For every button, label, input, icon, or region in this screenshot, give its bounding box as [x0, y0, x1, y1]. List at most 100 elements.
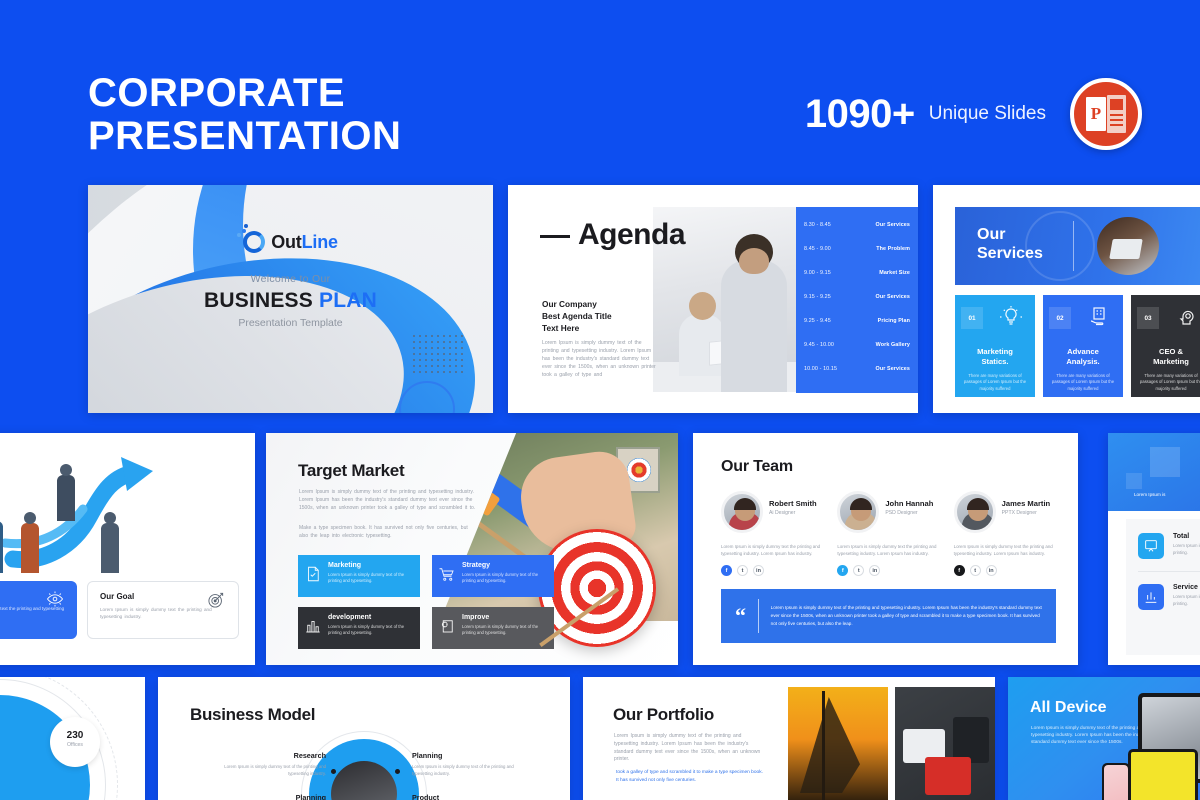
model-label-research: Research Lorem Ipsum is simply dummy tex…	[206, 751, 326, 777]
schedule-topic: Our Services	[875, 294, 910, 300]
schedule-time: 9.15 - 9.25	[804, 294, 831, 300]
portfolio-image-blocks	[895, 687, 995, 800]
facebook-icon[interactable]: f	[953, 565, 965, 577]
facebook-icon[interactable]: f	[721, 565, 732, 577]
list-item: 8.30 - 8.45 Our Services	[804, 213, 910, 237]
slide-title-our: Our	[977, 226, 1006, 243]
infographic-row-body: Lorem Ipsum is simply dummy text the pri…	[1173, 594, 1200, 606]
linkedin-icon[interactable]: in	[869, 565, 881, 577]
infographic-row[interactable]: Service Lorem Ipsum is simply dummy text…	[1138, 584, 1200, 610]
service-card[interactable]: 03 CEO & Marketing There are many variat…	[1131, 295, 1200, 397]
twitter-icon[interactable]: t	[969, 565, 981, 577]
logo-text-out: Out	[271, 231, 302, 252]
divider	[758, 599, 759, 633]
list-item: 8.45 - 9.00 The Problem	[804, 237, 910, 261]
list-item: 9.45 - 10.00 Work Gallery	[804, 333, 910, 357]
facebook-icon[interactable]: f	[837, 565, 849, 577]
service-card-body: There are many variations of passages of…	[1139, 373, 1200, 391]
schedule-time: 9.25 - 9.45	[804, 318, 831, 324]
service-card-number: 03	[1137, 307, 1159, 329]
schedule-time: 8.30 - 8.45	[804, 222, 831, 228]
slide-subtitle: Presentation Template	[238, 317, 343, 329]
slide-thumbnail-vision-goal[interactable]: Our Vision Lorem Ipsum is simply dummy t…	[0, 433, 255, 665]
team-member-card[interactable]: John Hannah PSD Designer Lorem Ipsum is …	[837, 491, 939, 577]
slide-thumbnail-our-services[interactable]: Our Services 01 Marketing Statics. There…	[933, 185, 1200, 413]
phone-mockup	[1102, 763, 1130, 800]
team-member-body: Lorem Ipsum is simply dummy text the pri…	[837, 544, 937, 557]
teamwork-illustration	[0, 441, 255, 581]
linkedin-icon[interactable]: in	[753, 565, 764, 577]
schedule-time: 8.45 - 9.00	[804, 246, 831, 252]
twitter-icon[interactable]: t	[853, 565, 865, 577]
feature-card-development[interactable]: development Lorem Ipsum is simply dummy …	[298, 607, 420, 649]
team-quote-text: Lorem Ipsum is simply dummy text of the …	[770, 604, 1042, 627]
agenda-heading-line-2: Best Agenda Title	[542, 311, 612, 322]
portfolio-body: Lorem Ipsum is simply dummy text of the …	[614, 733, 761, 763]
slide-thumbnail-infographic[interactable]: Lorem Ipsum is Total Lorem Ipsum is simp…	[1108, 433, 1200, 665]
stat-number: 230	[66, 730, 84, 741]
analytics-icon	[1138, 584, 1164, 610]
eye-icon	[45, 589, 65, 609]
team-member-name: John Hannah	[885, 499, 934, 508]
team-member-card[interactable]: Robert Smith Ai Designer Lorem Ipsum is …	[721, 491, 823, 577]
team-member-role: PPTX Designer	[1001, 510, 1037, 516]
dot-pattern-decoration	[411, 333, 465, 377]
service-card-number: 01	[961, 307, 983, 329]
avatar	[721, 491, 763, 533]
slide-thumbnail-our-portfolio[interactable]: Our Portfolio Lorem Ipsum is simply dumm…	[583, 677, 995, 800]
welcome-text: Welcome to Our	[250, 273, 331, 285]
feature-card-strategy[interactable]: Strategy Lorem Ipsum is simply dummy tex…	[432, 555, 554, 597]
infographic-row[interactable]: Total Lorem Ipsum is simply dummy text t…	[1138, 533, 1200, 559]
stat-label: Offices	[66, 742, 84, 748]
slide-thumbnail-business-model[interactable]: Business Model Research Lorem Ipsum is s…	[158, 677, 570, 800]
page-title-line-1: CORPORATE	[88, 71, 346, 115]
goal-card[interactable]: Our Goal Lorem Ipsum is simply dummy tex…	[87, 581, 239, 639]
schedule-topic: Pricing Plan	[877, 318, 910, 324]
slide-thumbnail-agenda[interactable]: Agenda Our Company Best Agenda Title Tex…	[508, 185, 918, 413]
target-icon	[206, 590, 226, 610]
schedule-topic: Work Gallery	[875, 342, 910, 348]
slide-thumbnail-our-team[interactable]: Our Team Robert Smith Ai Designer Lorem …	[693, 433, 1078, 665]
feature-card-body: Lorem Ipsum is simply dummy text of the …	[462, 624, 539, 636]
team-member-body: Lorem Ipsum is simply dummy text the pri…	[721, 544, 821, 557]
team-member-name: Robert Smith	[769, 499, 817, 508]
slide-thumbnail-offices[interactable]: ☆ 230 Offices	[0, 677, 145, 800]
slide-thumbnail-target-market[interactable]: Target Market Lorem Ipsum is simply dumm…	[266, 433, 678, 665]
slide-title-agenda: Agenda	[578, 218, 686, 251]
feature-card-marketing[interactable]: Marketing Lorem Ipsum is simply dummy te…	[298, 555, 420, 597]
slide-title-target-market: Target Market	[298, 461, 405, 480]
feature-card-improve[interactable]: Improve Lorem Ipsum is simply dummy text…	[432, 607, 554, 649]
infographic-row-title: Service	[1173, 584, 1198, 591]
infographic-header-banner: Lorem Ipsum is	[1108, 433, 1200, 511]
vision-card[interactable]: Our Vision Lorem Ipsum is simply dummy t…	[0, 581, 77, 639]
slide-title-our-team: Our Team	[721, 458, 793, 475]
model-label-body: Lorem Ipsum is simply dummy text of the …	[412, 764, 514, 776]
service-card-title-line-1: Marketing	[977, 347, 1013, 356]
team-member-name: James Martin	[1001, 499, 1051, 508]
powerpoint-badge-letter: P	[1086, 97, 1106, 131]
model-label-planning-2: Planning	[206, 793, 326, 800]
service-card-title-line-2: Marketing	[1153, 356, 1189, 366]
service-card[interactable]: 01 Marketing Statics. There are many var…	[955, 295, 1035, 397]
slide-thumbnail-business-plan[interactable]: OutLine Welcome to Our BUSINESS PLAN Pre…	[88, 185, 493, 413]
team-member-card[interactable]: James Martin PPTX Designer Lorem Ipsum i…	[953, 491, 1056, 577]
divider	[1138, 571, 1200, 572]
outline-logo: OutLine	[88, 229, 493, 253]
feature-card-body: Lorem Ipsum is simply dummy text of the …	[328, 572, 405, 584]
center-photo	[331, 761, 397, 800]
slide-title-business-model: Business Model	[190, 705, 316, 724]
feature-card-body: Lorem Ipsum is simply dummy text of the …	[462, 572, 539, 584]
services-header-banner: Our Services	[955, 207, 1200, 285]
slide-thumbnail-all-device[interactable]: All Device Lorem Ipsum is simply dummy t…	[1008, 677, 1200, 800]
portfolio-link-text[interactable]: took a galley of type and scrambled it t…	[616, 769, 766, 784]
portfolio-image-sunset-ship	[788, 687, 888, 800]
twitter-icon[interactable]: t	[737, 565, 748, 577]
agenda-body-text: Lorem Ipsum is simply dummy text of the …	[542, 340, 656, 378]
service-card[interactable]: 02 Advance Analysis. There are many vari…	[1043, 295, 1123, 397]
schedule-time: 10.00 - 10.15	[804, 366, 838, 372]
connector-dot	[331, 769, 336, 774]
slide-title-our-portfolio: Our Portfolio	[613, 705, 714, 724]
linkedin-icon[interactable]: in	[985, 565, 997, 577]
schedule-time: 9.45 - 10.00	[804, 342, 834, 348]
header-slide-count-group: 1090+ Unique Slides P	[805, 78, 1142, 150]
